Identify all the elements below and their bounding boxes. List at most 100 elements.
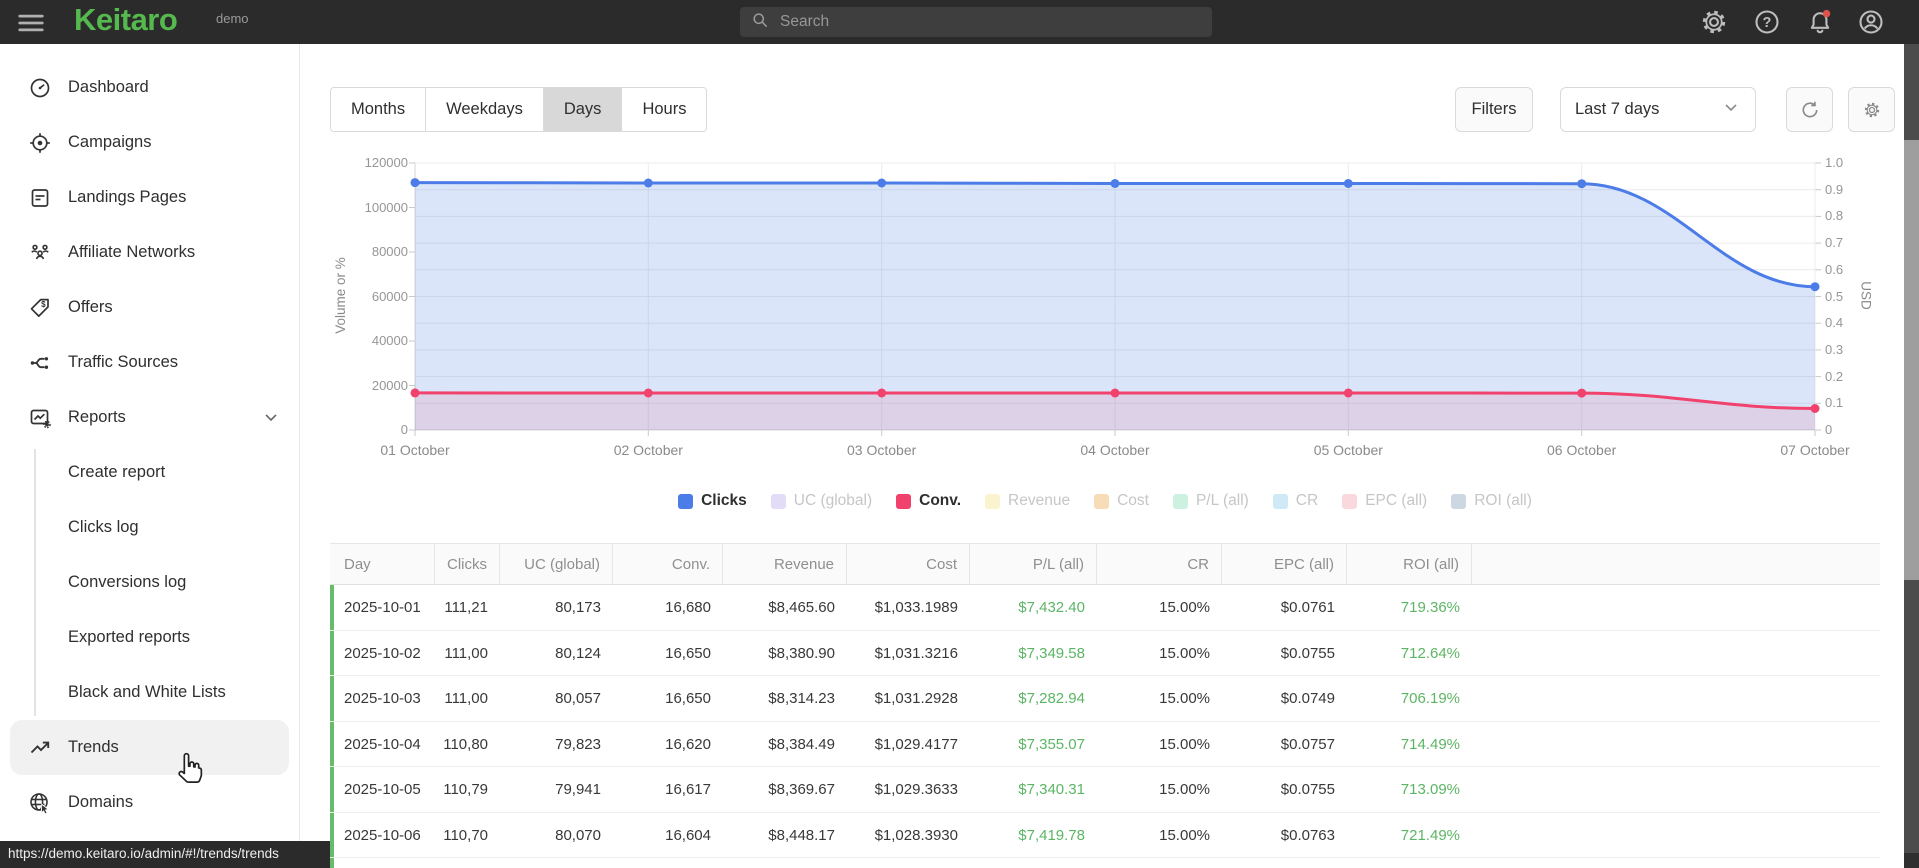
legend-swatch: [678, 493, 694, 509]
chart-settings-button[interactable]: [1848, 87, 1895, 132]
sidebar-item-campaigns[interactable]: Campaigns: [0, 115, 299, 170]
chevron-down-icon[interactable]: [261, 407, 281, 432]
column-header-day[interactable]: Day: [330, 544, 435, 584]
search-input[interactable]: Search: [740, 7, 1212, 37]
cell-clicks: 110,79: [443, 781, 488, 798]
right-axis-tick: 0.7: [1825, 235, 1844, 251]
column-header-conv-[interactable]: Conv.: [613, 544, 723, 584]
legend-label: ROI (all): [1474, 492, 1532, 509]
cell-conv-: 16,620: [665, 735, 711, 753]
right-axis-tick: 0.2: [1825, 368, 1844, 384]
cell-filler: [1472, 676, 1880, 721]
cell-conv-: 16,617: [665, 781, 711, 798]
sidebar-subitem-conversions-log[interactable]: Conversions log: [0, 555, 299, 610]
sidebar-subitem-create-report[interactable]: Create report: [0, 445, 299, 500]
sidebar-item-reports[interactable]: Reports: [0, 390, 299, 445]
legend-swatch: [896, 493, 912, 509]
left-axis-tick: 0: [400, 422, 408, 437]
column-header-clicks[interactable]: Clicks: [435, 544, 500, 584]
legend-item-cost[interactable]: Cost: [1094, 492, 1149, 510]
legend-item-roi-all-[interactable]: ROI (all): [1451, 492, 1532, 510]
cell-day: 2025-10-04: [344, 735, 421, 753]
cell-cr: 15.00%: [1159, 644, 1210, 662]
cell-clicks: 111,00: [444, 690, 488, 707]
sidebar-item-dashboard[interactable]: Dashboard: [0, 60, 299, 115]
notifications-bell-icon[interactable]: [1806, 8, 1834, 36]
legend-label: Cost: [1117, 492, 1149, 509]
cell-day: 2025-10-02: [344, 644, 421, 662]
sidebar-item-domains[interactable]: Domains: [0, 775, 299, 830]
legend-item-epc-all-[interactable]: EPC (all): [1342, 492, 1427, 510]
x-axis-label: 02 October: [613, 442, 683, 458]
sidebar-subitem-black-and-white-lists[interactable]: Black and White Lists: [0, 665, 299, 720]
right-axis-tick: 0.6: [1825, 261, 1844, 277]
tab-hours[interactable]: Hours: [622, 88, 707, 131]
trends-icon: [28, 736, 52, 760]
tab-days[interactable]: Days: [543, 88, 623, 131]
legend-item-p-l-all-[interactable]: P/L (all): [1172, 492, 1249, 510]
date-range-dropdown[interactable]: Last 7 days: [1560, 87, 1756, 132]
tab-months[interactable]: Months: [331, 88, 427, 131]
sidebar-item-trends[interactable]: Trends: [10, 720, 289, 775]
sidebar-item-offers[interactable]: $ Offers: [0, 280, 299, 335]
sidebar-subitem-clicks-log[interactable]: Clicks log: [0, 500, 299, 555]
column-header-epc-all-[interactable]: EPC (all): [1222, 544, 1347, 584]
column-header-cost[interactable]: Cost: [847, 544, 970, 584]
sidebar-item-traffic-sources[interactable]: Traffic Sources: [0, 335, 299, 390]
x-axis-label: 04 October: [1080, 442, 1150, 458]
x-axis-label: 03 October: [847, 442, 917, 458]
right-axis-tick: 0.1: [1825, 395, 1844, 411]
legend-item-conv-[interactable]: Conv.: [896, 492, 961, 510]
cell-p-l-all-: $7,349.58: [1018, 644, 1085, 662]
column-header-uc-global-[interactable]: UC (global): [500, 544, 613, 584]
legend-item-uc-global-[interactable]: UC (global): [770, 492, 872, 510]
cell-p-l-all-: $3,867.44: [970, 858, 1097, 868]
legend-item-cr[interactable]: CR: [1272, 492, 1319, 510]
sidebar-item-affiliate-networks[interactable]: Affiliate Networks: [0, 225, 299, 280]
legend-label: CR: [1295, 492, 1319, 509]
sidebar-subitem-label: Conversions log: [68, 573, 187, 591]
column-header-p-l-all-[interactable]: P/L (all): [970, 544, 1097, 584]
account-icon[interactable]: [1857, 8, 1885, 36]
cell-revenue: $8,465.60: [768, 599, 835, 616]
legend-swatch: [1451, 493, 1467, 509]
cell-uc-global-: 80,070: [555, 826, 601, 844]
cell-filler: [1472, 585, 1880, 630]
legend-swatch: [770, 493, 786, 509]
cell-p-l-all-: $7,282.94: [1018, 690, 1085, 707]
hamburger-menu-icon[interactable]: [16, 8, 46, 38]
search-icon: [750, 10, 770, 35]
refresh-button[interactable]: [1786, 87, 1833, 132]
settings-gear-icon[interactable]: [1700, 8, 1728, 36]
legend-item-clicks[interactable]: Clicks: [678, 492, 747, 510]
cell-roi-all-: 712.64%: [1400, 644, 1460, 662]
sidebar-subitem-exported-reports[interactable]: Exported reports: [0, 610, 299, 665]
table-header-row: Day Clicks UC (global) Conv. Revenue Cost P/L …: [330, 543, 1880, 585]
scrollbar-thumb[interactable]: [1904, 140, 1919, 580]
cell-revenue: $8,314.23: [768, 690, 835, 707]
legend-swatch: [1094, 493, 1110, 509]
cell-epc-all-: $0.0682: [1222, 858, 1347, 868]
legend-swatch: [1172, 493, 1188, 509]
legend-swatch: [1342, 493, 1358, 509]
column-header-revenue[interactable]: Revenue: [723, 544, 847, 584]
help-icon[interactable]: ?: [1753, 8, 1781, 36]
filters-button[interactable]: Filters: [1455, 87, 1533, 132]
cell-filler: [1472, 813, 1880, 858]
cell-cr: 15.00%: [1159, 826, 1210, 844]
right-axis-tick: 1.0: [1825, 155, 1844, 170]
cell-cr: 15.00%: [1159, 735, 1210, 753]
column-header-cr[interactable]: CR: [1097, 544, 1222, 584]
campaigns-icon: [28, 131, 52, 155]
cell-epc-all-: $0.0757: [1280, 735, 1335, 753]
column-header-roi-all-[interactable]: ROI (all): [1347, 544, 1472, 584]
left-axis-tick: 80000: [371, 244, 408, 259]
legend-item-revenue[interactable]: Revenue: [985, 492, 1070, 510]
tab-weekdays[interactable]: Weekdays: [426, 88, 544, 131]
sidebar-item-landings-pages[interactable]: Landings Pages: [0, 170, 299, 225]
main-content: Months Weekdays Days Hours Filters Last 7 d…: [300, 44, 1904, 868]
table-row: 2025-10-06 110,70 80,070 16,604 $8,448.17 $1,…: [330, 812, 1880, 858]
cell-cr: 15.00%: [1159, 781, 1210, 798]
brand-logo[interactable]: Keitaro: [74, 2, 178, 38]
cell-revenue: $4,394.54: [723, 858, 847, 868]
